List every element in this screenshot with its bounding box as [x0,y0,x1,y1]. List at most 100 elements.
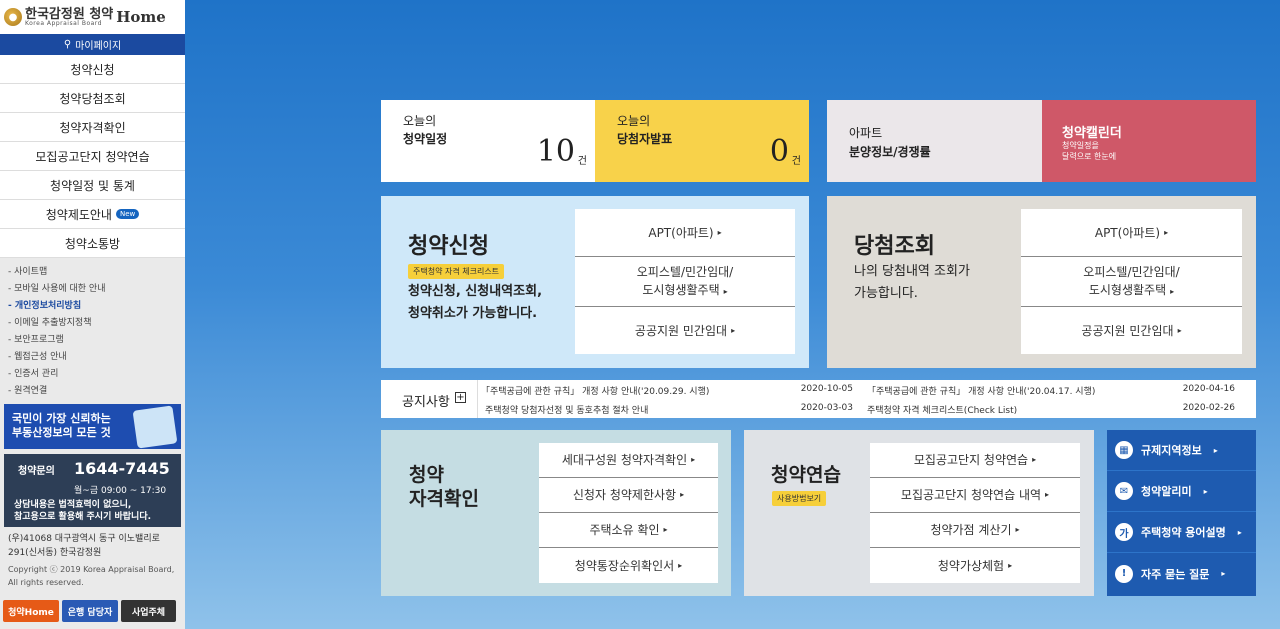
notice-bar: 공지사항 + 「주택공급에 관한 규칙」 개정 사항 안내('20.09.29.… [381,380,1256,418]
quick-label: 주택청약 용어설명 [1141,526,1226,539]
bank-staff-button[interactable]: 은행 담당자 [62,600,118,622]
apply-buttons: APT(아파트) ▸ 오피스텔/민간임대/도시형생활주택 ▸ 공공지원 민간임대 ▸ [575,209,795,354]
sidebar-item-community[interactable]: 청약소통방 [0,229,185,258]
winners-count: 0 [769,134,789,169]
link-sitemap[interactable]: - 사이트맵 [8,264,177,281]
arrow-right-icon: ▸ [1213,445,1218,455]
link-privacy-policy[interactable]: - 개인정보처리방침 [8,298,177,315]
count-unit: 건 [577,156,587,167]
restriction-button[interactable]: 신청자 청약제한사항 ▸ [539,478,718,513]
sidebar: ● 한국감정원 청약 Korea Appraisal Board Home ⚲ … [0,0,185,629]
button-label: 청약가점 계산기 [930,523,1012,537]
winner-public-rental-button[interactable]: 공공지원 민간임대 ▸ [1021,307,1242,354]
apt-info-card[interactable]: 아파트 분양정보/경쟁률 [827,100,1042,182]
winner-desc1: 나의 당첨내역 조회가 [854,264,970,279]
notice-text: 「주택공급에 관한 규칙」 개정 사항 안내('20.09.29. 시행) [481,387,710,397]
practice-buttons: 모집공고단지 청약연습 ▸ 모집공고단지 청약연습 내역 ▸ 청약가점 계산기 ▸ 청… [870,443,1080,583]
link-security-program[interactable]: - 보안프로그램 [8,332,177,349]
footer-links: - 사이트맵 - 모바일 사용에 대한 안내 - 개인정보처리방침 - 이메일 … [0,258,185,400]
building-icon: ▦ [1115,441,1133,459]
notice-item[interactable]: 「주택공급에 관한 규칙」 개정 사항 안내('20.04.17. 시행) 202… [867,384,1235,397]
mypage-button[interactable]: ⚲ 마이페이지 [0,34,185,55]
notice-text: 주택청약 당첨자선정 및 동호추첨 절차 안내 [485,406,649,416]
virtual-experience-button[interactable]: 청약가상체험 ▸ [870,548,1080,583]
sidebar-item-apply[interactable]: 청약신청 [0,55,185,84]
link-remote[interactable]: - 원격연결 [8,383,177,400]
glossary-button[interactable]: 가 주택청약 용어설명 ▸ [1107,512,1256,553]
quick-label: 자주 묻는 질문 [1141,567,1210,581]
apply-public-rental-button[interactable]: 공공지원 민간임대 ▸ [575,307,795,354]
link-mobile-guide[interactable]: - 모바일 사용에 대한 안내 [8,281,177,298]
regulated-area-button[interactable]: ▦ 규제지역정보 ▸ [1107,430,1256,471]
today-schedule-card[interactable]: 오늘의 청약일정 10 건 [381,100,595,182]
practice-history-button[interactable]: 모집공고단지 청약연습 내역 ▸ [870,478,1080,513]
apply-apt-button[interactable]: APT(아파트) ▸ [575,209,795,257]
exclamation-icon: ! [1115,564,1133,583]
arrow-right-icon: ▸ [717,227,722,237]
arrow-right-icon: ▸ [1045,490,1050,499]
link-certificate[interactable]: - 인증서 관리 [8,366,177,383]
sidebar-item-winner-lookup[interactable]: 청약당첨조회 [0,84,185,113]
notice-text: 주택청약 자격 체크리스트(Check List) [867,406,1018,416]
qualify-buttons: 세대구성원 청약자격확인 ▸ 신청자 청약제한사항 ▸ 주택소유 확인 ▸ 청약통장순… [539,443,718,583]
calendar-desc1: 청약일정을 [1062,141,1099,150]
calendar-card[interactable]: 청약캘린더 청약일정을 달력으로 한눈에 [1042,100,1256,182]
winner-buttons: APT(아파트) ▸ 오피스텔/민간임대/도시형생활주택 ▸ 공공지원 민간임대 ▸ [1021,209,1242,354]
schedule-count: 10 [536,134,575,169]
faq-button[interactable]: ! 자주 묻는 질문 ▸ [1107,553,1256,594]
business-entity-button[interactable]: 사업주체 [121,600,176,622]
count-unit: 건 [791,156,801,167]
today-winners-card[interactable]: 오늘의 당첨자발표 0 건 [595,100,809,182]
contact-note-line2: 참고용으로 활용해 주시기 바랍니다. [14,512,152,522]
notice-item[interactable]: 주택청약 당첨자선정 및 동호추첨 절차 안내 2020-03-03 [485,403,853,416]
qualify-panel: 청약 자격확인 세대구성원 청약자격확인 ▸ 신청자 청약제한사항 ▸ 주택소유 확… [381,430,731,596]
point-calculator-button[interactable]: 청약가점 계산기 ▸ [870,513,1080,548]
arrow-right-icon: ▸ [1237,527,1242,537]
address: (우)41068 대구광역시 동구 이노밸리로 291(신서동) 한국감정원 [8,534,160,558]
household-qualify-button[interactable]: 세대구성원 청약자격확인 ▸ [539,443,718,478]
notice-title[interactable]: 공지사항 [402,391,450,410]
quick-label: 청약알리미 [1141,485,1192,498]
glossary-icon: 가 [1115,523,1133,541]
apply-title: 청약신청 [408,234,489,259]
apply-officetel-button[interactable]: 오피스텔/민간임대/도시형생활주택 ▸ [575,257,795,307]
logo-home: Home [116,8,166,26]
notice-item[interactable]: 「주택공급에 관한 규칙」 개정 사항 안내('20.09.29. 시행) 202… [481,384,853,397]
winner-officetel-button[interactable]: 오피스텔/민간임대/도시형생활주택 ▸ [1021,257,1242,307]
house-ownership-button[interactable]: 주택소유 확인 ▸ [539,513,718,548]
logo-english: Korea Appraisal Board [25,19,102,27]
arrow-right-icon: ▸ [731,325,736,335]
button-label-line2: 도시형생활주택 [642,282,720,297]
realestate-banner[interactable]: 국민이 가장 신뢰하는 부동산정보의 모든 것 [4,404,181,449]
winner-apt-button[interactable]: APT(아파트) ▸ [1021,209,1242,257]
copyright-line1: Copyright ⓒ 2019 Korea Appraisal Board, [8,565,175,574]
notice-more-icon[interactable]: + [455,392,466,403]
sidebar-item-label: 청약제도안내 [45,207,112,222]
apply-desc1: 청약신청, 신청내역조회, [408,284,543,299]
link-email-policy[interactable]: - 이메일 추출방지정책 [8,315,177,332]
copyright-line2: All rights reserved. [8,578,84,587]
sidebar-item-qualification[interactable]: 청약자격확인 [0,113,185,142]
notice-date: 2020-10-05 [800,384,853,394]
sidebar-item-schedule-stats[interactable]: 청약일정 및 통계 [0,171,185,200]
sidebar-item-system-guide[interactable]: 청약제도안내 New [0,200,185,229]
notification-button[interactable]: ✉ 청약알리미 ▸ [1107,471,1256,512]
button-label: 모집공고단지 청약연습 내역 [900,488,1042,502]
home-button[interactable]: 청약Home [3,600,59,622]
link-accessibility[interactable]: - 웹접근성 안내 [8,349,177,366]
usage-guide-tag[interactable]: 사용방법보기 [772,491,827,506]
sidebar-item-practice[interactable]: 모집공고단지 청약연습 [0,142,185,171]
arrow-right-icon: ▸ [1203,486,1208,496]
sidebar-item-label: 청약신청 [70,62,115,77]
user-icon: ⚲ [63,39,72,50]
sidebar-menu: 청약신청 청약당첨조회 청약자격확인 모집공고단지 청약연습 청약일정 및 통계… [0,55,185,258]
sidebar-item-label: 청약소통방 [64,236,121,251]
checklist-tag[interactable]: 주택청약 자격 체크리스트 [408,264,505,279]
account-rank-button[interactable]: 청약통장순위확인서 ▸ [539,548,718,583]
copyright: Copyright ⓒ 2019 Korea Appraisal Board, … [0,560,185,589]
sidebar-item-label: 청약당첨조회 [59,91,126,106]
logo-emblem-icon: ● [4,8,22,26]
practice-complex-button[interactable]: 모집공고단지 청약연습 ▸ [870,443,1080,478]
notice-item[interactable]: 주택청약 자격 체크리스트(Check List) 2020-02-26 [867,403,1235,416]
logo[interactable]: ● 한국감정원 청약 Korea Appraisal Board Home [0,0,185,34]
